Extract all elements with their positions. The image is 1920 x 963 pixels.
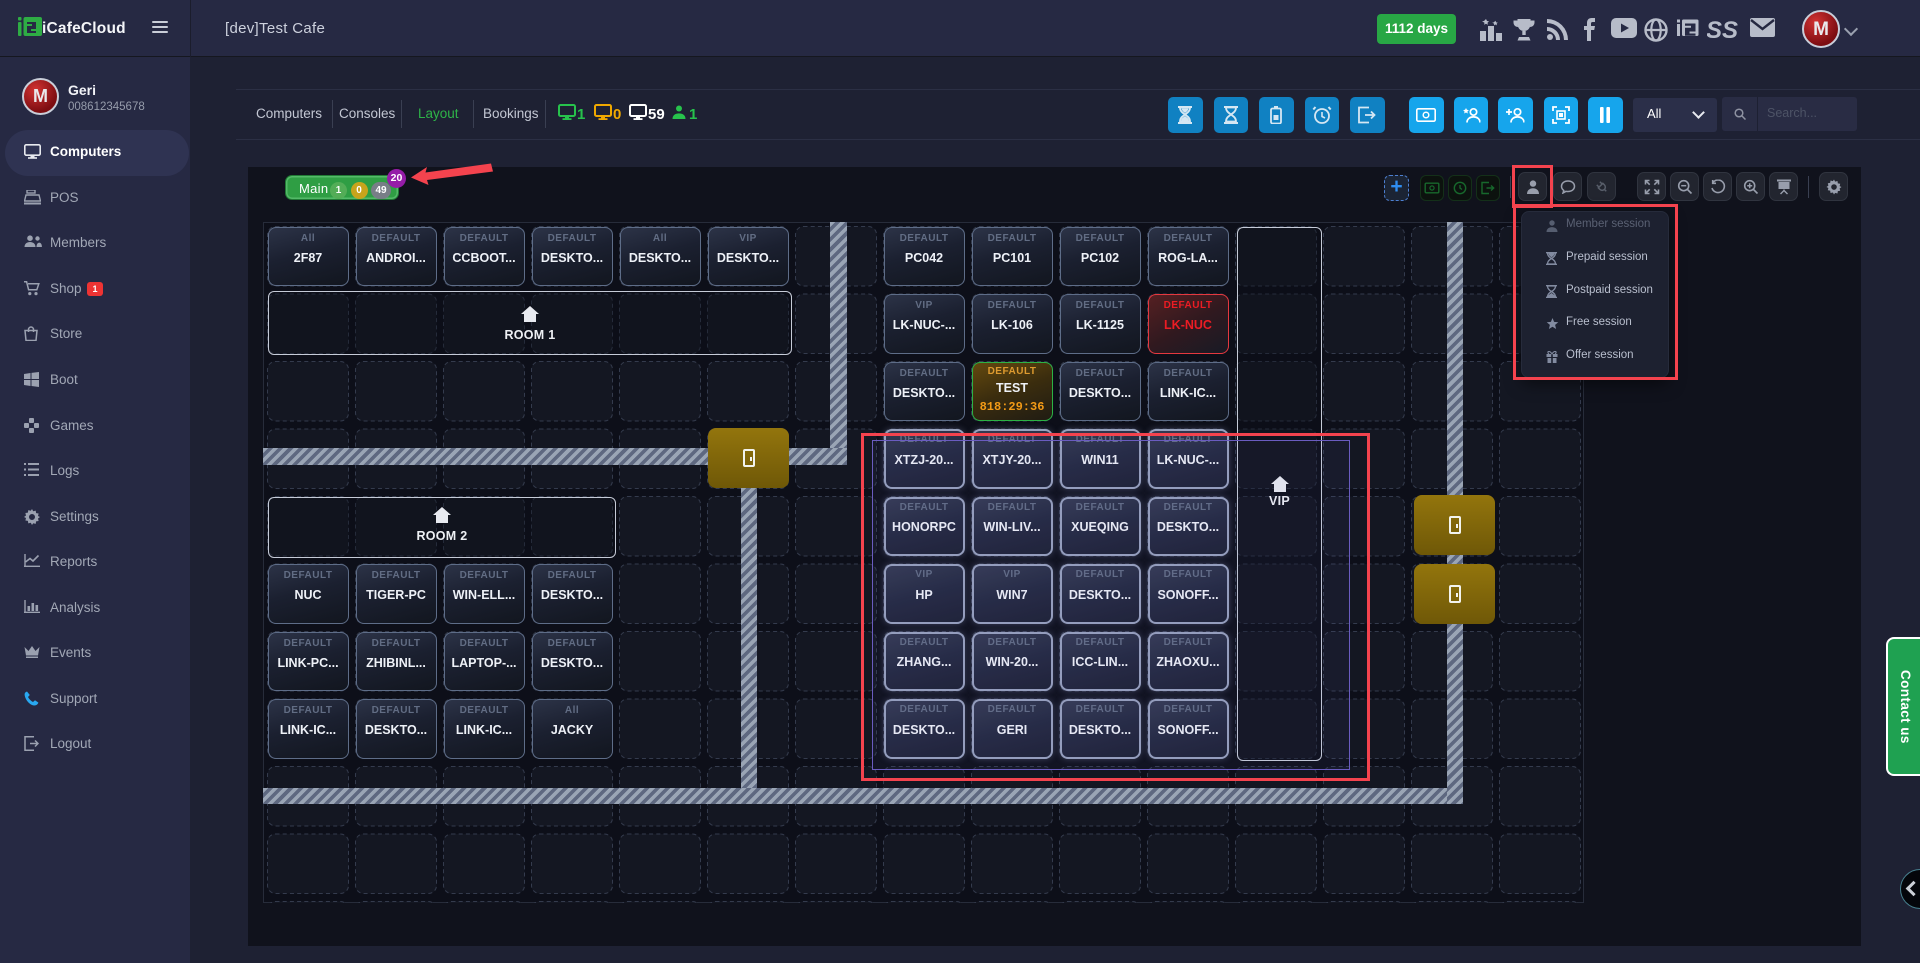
svg-text:SS: SS: [1707, 18, 1738, 41]
